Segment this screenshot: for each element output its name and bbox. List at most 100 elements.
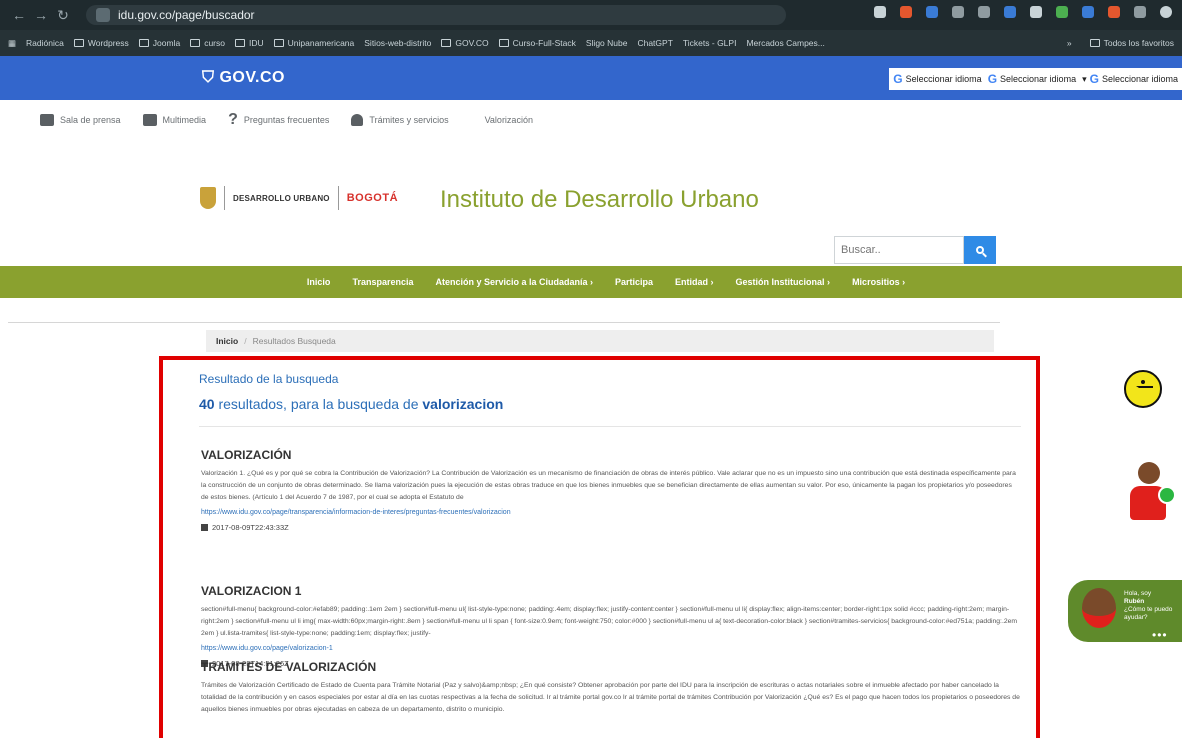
bookmark-govco[interactable]: GOV.CO	[441, 38, 489, 48]
extensions-bar	[874, 6, 1172, 18]
result-link[interactable]: https://www.idu.gov.co/page/valorizacion…	[201, 645, 1021, 652]
play-icon	[142, 114, 157, 126]
govco-logo[interactable]: ⛉ GOV.CO	[202, 69, 285, 87]
bookmark-joomla[interactable]: Joomla	[138, 38, 180, 48]
apps-icon[interactable]: ▦	[8, 38, 16, 49]
breadcrumb-home[interactable]: Inicio	[216, 336, 238, 346]
bookmarks-overflow: » Todos los favoritos	[1056, 30, 1174, 56]
reload-icon[interactable]: ↻	[52, 7, 74, 24]
folder-icon	[498, 39, 509, 47]
bookmark-unipanamericana[interactable]: Unipanamericana	[273, 38, 354, 48]
divider	[199, 426, 1021, 427]
divider	[224, 186, 225, 210]
chat-question: ¿Cómo te puedo ayudar?	[1124, 606, 1173, 621]
chat-widget[interactable]: Hola, soy Rubén ¿Cómo te puedo ayudar? •…	[1068, 580, 1182, 642]
site-info-icon[interactable]	[96, 8, 110, 22]
results-query: valorizacion	[422, 396, 504, 412]
govco-shield-icon: ⛉	[202, 69, 220, 86]
nav-entidad[interactable]: Entidad ›	[675, 277, 714, 287]
folder-icon	[138, 39, 149, 47]
language-selector: G Seleccionar idioma G Seleccionar idioma …	[889, 68, 1182, 90]
bookmark-mercados[interactable]: Mercados Campes...	[746, 38, 824, 48]
result-link[interactable]: https://www.idu.gov.co/page/transparenci…	[201, 509, 1021, 516]
language-select[interactable]: ▾ G Seleccionar idioma	[1082, 72, 1178, 86]
bookmark-curso[interactable]: curso	[190, 38, 225, 48]
nav-inicio[interactable]: Inicio	[307, 277, 331, 287]
nav-atencion[interactable]: Atención y Servicio a la Ciudadanía ›	[435, 277, 593, 287]
bookmarks-more-button[interactable]: »	[1067, 38, 1072, 48]
bookmark-sitios-web[interactable]: Sitios-web-distrito	[364, 38, 431, 48]
back-icon[interactable]: ←	[8, 7, 30, 23]
google-translate-icon: G	[987, 72, 998, 86]
brand-logos[interactable]: DESARROLLO URBANO BOGOTÁ	[200, 186, 398, 210]
result-item: VALORIZACIÓN Valorización 1. ¿Qué es y p…	[201, 448, 1021, 532]
chat-avatar	[1082, 588, 1116, 628]
result-description: section#full-menu{ background-color:#efa…	[201, 606, 1018, 637]
accessibility-button[interactable]	[1124, 370, 1162, 408]
extension-icon[interactable]	[1082, 6, 1094, 18]
main-nav: Inicio Transparencia Atención y Servicio…	[0, 266, 1182, 298]
nav-micrositios[interactable]: Micrositios ›	[852, 277, 905, 287]
address-bar[interactable]: idu.gov.co/page/buscador	[86, 5, 786, 25]
nav-participa[interactable]: Participa	[615, 277, 653, 287]
govco-header: ⛉ GOV.CO G Seleccionar idioma G Selecciona…	[0, 56, 1182, 100]
extensions-puzzle-icon[interactable]	[1134, 6, 1146, 18]
chat-agent-name: Rubén	[1124, 598, 1145, 605]
bookmark-radionica[interactable]: Radiónica	[26, 38, 64, 48]
utility-preguntas[interactable]: ? Preguntas frecuentes	[228, 111, 329, 129]
search-input[interactable]	[834, 236, 964, 264]
site-search	[834, 236, 996, 264]
bookmark-sligo-nube[interactable]: Sligo Nube	[586, 38, 628, 48]
extension-icon[interactable]	[1030, 6, 1042, 18]
extension-icon[interactable]	[900, 6, 912, 18]
star-icon[interactable]	[874, 6, 886, 18]
result-title[interactable]: TRAMITES DE VALORIZACIÓN	[201, 660, 1021, 674]
extension-icon[interactable]	[978, 6, 990, 18]
results-count: 40	[199, 396, 215, 412]
breadcrumb-current: Resultados Busqueda	[252, 336, 336, 346]
breadcrumb: Inicio / Resultados Busqueda	[206, 330, 994, 352]
language-select[interactable]: G Seleccionar idioma	[893, 72, 981, 86]
utility-multimedia[interactable]: Multimedia	[142, 114, 206, 126]
result-description: Trámites de Valorización Certificado de …	[201, 682, 1020, 713]
all-bookmarks[interactable]: Todos los favoritos	[1089, 38, 1174, 48]
result-title[interactable]: VALORIZACIÓN	[201, 448, 1021, 462]
utility-valorizacion[interactable]: Valorización	[485, 115, 533, 125]
utility-sala-prensa[interactable]: Sala de prensa	[40, 114, 121, 126]
divider	[337, 186, 339, 210]
bookmark-idu[interactable]: IDU	[235, 38, 264, 48]
folder-icon	[1089, 39, 1100, 47]
result-description: Valorización 1. ¿Qué es y por qué se cob…	[201, 470, 1016, 501]
calendar-icon	[201, 524, 208, 531]
forward-icon[interactable]: →	[30, 7, 52, 23]
bookmark-tickets-glpi[interactable]: Tickets - GLPI	[683, 38, 737, 48]
folder-icon	[73, 39, 84, 47]
nav-gestion[interactable]: Gestión Institucional ›	[736, 277, 831, 287]
result-item: TRAMITES DE VALORIZACIÓN Trámites de Val…	[201, 660, 1021, 716]
browser-toolbar: ← → ↻ idu.gov.co/page/buscador	[0, 0, 1182, 30]
chevron-down-icon: ▾	[1082, 73, 1087, 84]
extension-icon[interactable]	[926, 6, 938, 18]
google-translate-icon: G	[893, 72, 903, 86]
bookmarks-bar: ▦ Radiónica Wordpress Joomla curso IDU U…	[0, 30, 1182, 56]
utility-links: Sala de prensa Multimedia ? Preguntas fre…	[40, 108, 533, 132]
result-date: 2017-08-09T22:43:33Z	[201, 523, 1021, 532]
extension-icon[interactable]	[1108, 6, 1120, 18]
nav-transparencia[interactable]: Transparencia	[352, 277, 413, 287]
search-button[interactable]	[964, 236, 996, 264]
url-text[interactable]: idu.gov.co/page/buscador	[118, 8, 255, 22]
extension-icon[interactable]	[1004, 6, 1016, 18]
divider	[8, 322, 1000, 323]
more-icon[interactable]: •••	[1152, 628, 1168, 642]
language-select[interactable]: G Seleccionar idioma	[988, 72, 1076, 86]
results-summary: 40 resultados, para la busqueda de valor…	[199, 396, 503, 412]
bookmark-chatgpt[interactable]: ChatGPT	[637, 38, 672, 48]
result-title[interactable]: VALORIZACION 1	[201, 584, 1021, 598]
extension-icon[interactable]	[952, 6, 964, 18]
extension-icon[interactable]	[1056, 6, 1068, 18]
bookmark-wordpress[interactable]: Wordpress	[73, 38, 129, 48]
utility-tramites[interactable]: Trámites y servicios	[351, 114, 449, 126]
profile-icon[interactable]	[1160, 6, 1172, 18]
bookmark-curso-full-stack[interactable]: Curso-Full-Stack	[498, 38, 576, 48]
whatsapp-agent-button[interactable]	[1130, 462, 1176, 522]
